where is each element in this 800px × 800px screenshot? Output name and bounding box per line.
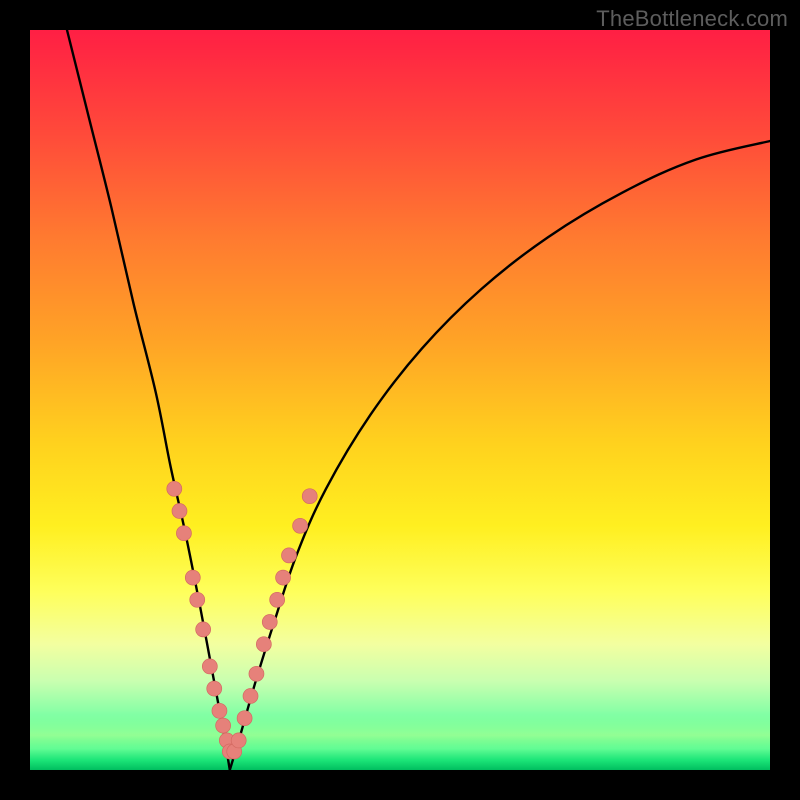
highlight-dot xyxy=(243,689,258,704)
highlight-dot xyxy=(262,615,277,630)
highlight-dot xyxy=(185,570,200,585)
chart-frame: TheBottleneck.com xyxy=(0,0,800,800)
highlight-dot xyxy=(231,733,246,748)
highlight-dot xyxy=(176,526,191,541)
curve-layer xyxy=(30,30,770,770)
highlight-dot xyxy=(249,666,264,681)
highlight-dot xyxy=(237,711,252,726)
highlight-dot xyxy=(196,622,211,637)
highlight-dot xyxy=(202,659,217,674)
highlight-dot xyxy=(293,518,308,533)
highlight-dot xyxy=(302,489,317,504)
highlight-dot xyxy=(212,703,227,718)
highlight-dot xyxy=(276,570,291,585)
highlight-dot xyxy=(190,592,205,607)
highlight-dot xyxy=(216,718,231,733)
curve-right-branch xyxy=(230,141,770,770)
highlight-dots-group xyxy=(167,481,317,759)
highlight-dot xyxy=(282,548,297,563)
highlight-dot xyxy=(270,592,285,607)
highlight-dot xyxy=(207,681,222,696)
highlight-dot xyxy=(172,504,187,519)
plot-area xyxy=(30,30,770,770)
highlight-dot xyxy=(256,637,271,652)
watermark-text: TheBottleneck.com xyxy=(596,6,788,32)
highlight-dot xyxy=(167,481,182,496)
curve-left-branch xyxy=(67,30,230,770)
